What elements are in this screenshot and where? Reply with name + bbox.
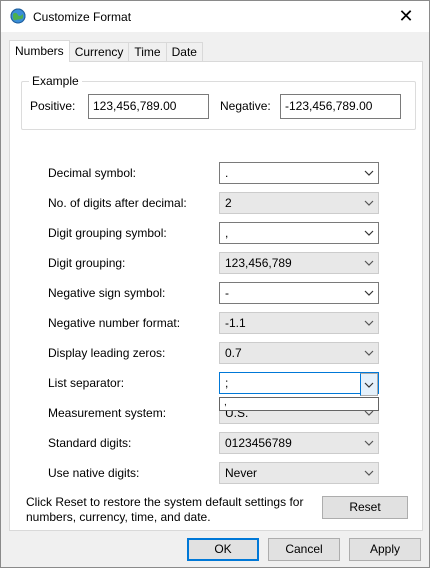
- example-legend: Example: [29, 74, 82, 88]
- decimal-symbol-value: .: [225, 166, 229, 180]
- negative-number-format-value: -1.1: [225, 316, 246, 330]
- digits-after-decimal-label: No. of digits after decimal:: [48, 196, 187, 210]
- digit-grouping-symbol-label: Digit grouping symbol:: [48, 226, 167, 240]
- digit-grouping-label: Digit grouping:: [48, 256, 126, 270]
- tab-strip: Numbers Currency Time Date: [9, 40, 203, 62]
- chevron-down-icon: [360, 343, 378, 363]
- chevron-down-icon[interactable]: [360, 373, 378, 396]
- chevron-down-icon: [360, 283, 378, 303]
- reset-button[interactable]: Reset: [322, 496, 408, 519]
- use-native-digits-combo[interactable]: Never: [219, 462, 379, 484]
- digit-grouping-combo[interactable]: 123,456,789: [219, 252, 379, 274]
- negative-sign-symbol-combo[interactable]: -: [219, 282, 379, 304]
- dropdown-option[interactable]: ,: [220, 398, 378, 410]
- standard-digits-combo[interactable]: 0123456789: [219, 432, 379, 454]
- chevron-down-icon: [360, 163, 378, 183]
- decimal-symbol-combo[interactable]: .: [219, 162, 379, 184]
- reset-description: Click Reset to restore the system defaul…: [26, 495, 304, 524]
- digit-grouping-value: 123,456,789: [225, 256, 292, 270]
- customize-format-dialog: Customize Format ✕ Numbers Currency Time…: [0, 0, 430, 568]
- chevron-down-icon: [360, 253, 378, 273]
- tab-time[interactable]: Time: [128, 42, 167, 62]
- chevron-down-icon: [360, 193, 378, 213]
- digit-grouping-symbol-value: ,: [225, 226, 229, 240]
- digits-after-decimal-value: 2: [225, 196, 232, 210]
- chevron-down-icon: [360, 223, 378, 243]
- chevron-down-icon: [360, 463, 378, 483]
- digits-after-decimal-combo[interactable]: 2: [219, 192, 379, 214]
- close-icon: ✕: [398, 6, 414, 26]
- positive-example-field: 123,456,789.00: [88, 94, 209, 119]
- display-leading-zeros-combo[interactable]: 0.7: [219, 342, 379, 364]
- tab-currency[interactable]: Currency: [68, 42, 130, 62]
- cancel-button[interactable]: Cancel: [268, 538, 340, 561]
- display-leading-zeros-label: Display leading zeros:: [48, 346, 166, 360]
- measurement-system-label: Measurement system:: [48, 406, 167, 420]
- display-leading-zeros-value: 0.7: [225, 346, 242, 360]
- tab-numbers[interactable]: Numbers: [9, 40, 70, 62]
- list-separator-label: List separator:: [48, 376, 125, 390]
- globe-icon: [10, 8, 26, 24]
- ok-button[interactable]: OK: [187, 538, 259, 561]
- positive-label: Positive:: [30, 99, 76, 113]
- negative-label: Negative:: [220, 99, 271, 113]
- chevron-down-icon: [360, 433, 378, 453]
- standard-digits-value: 0123456789: [225, 436, 292, 450]
- negative-example-field: -123,456,789.00: [280, 94, 401, 119]
- list-separator-dropdown: ,: [219, 397, 379, 411]
- apply-button[interactable]: Apply: [349, 538, 421, 561]
- standard-digits-label: Standard digits:: [48, 436, 132, 450]
- list-separator-value: ;: [225, 376, 229, 390]
- window-title: Customize Format: [33, 10, 132, 24]
- negative-sign-symbol-value: -: [225, 286, 229, 300]
- list-separator-combo[interactable]: ;: [219, 372, 379, 396]
- digit-grouping-symbol-combo[interactable]: ,: [219, 222, 379, 244]
- close-button[interactable]: ✕: [383, 1, 429, 32]
- tab-date[interactable]: Date: [165, 42, 203, 62]
- title-bar: Customize Format ✕: [1, 1, 429, 32]
- negative-sign-symbol-label: Negative sign symbol:: [48, 286, 166, 300]
- use-native-digits-label: Use native digits:: [48, 466, 140, 480]
- decimal-symbol-label: Decimal symbol:: [48, 166, 137, 180]
- negative-number-format-combo[interactable]: -1.1: [219, 312, 379, 334]
- use-native-digits-value: Never: [225, 466, 258, 480]
- chevron-down-icon: [360, 313, 378, 333]
- negative-number-format-label: Negative number format:: [48, 316, 181, 330]
